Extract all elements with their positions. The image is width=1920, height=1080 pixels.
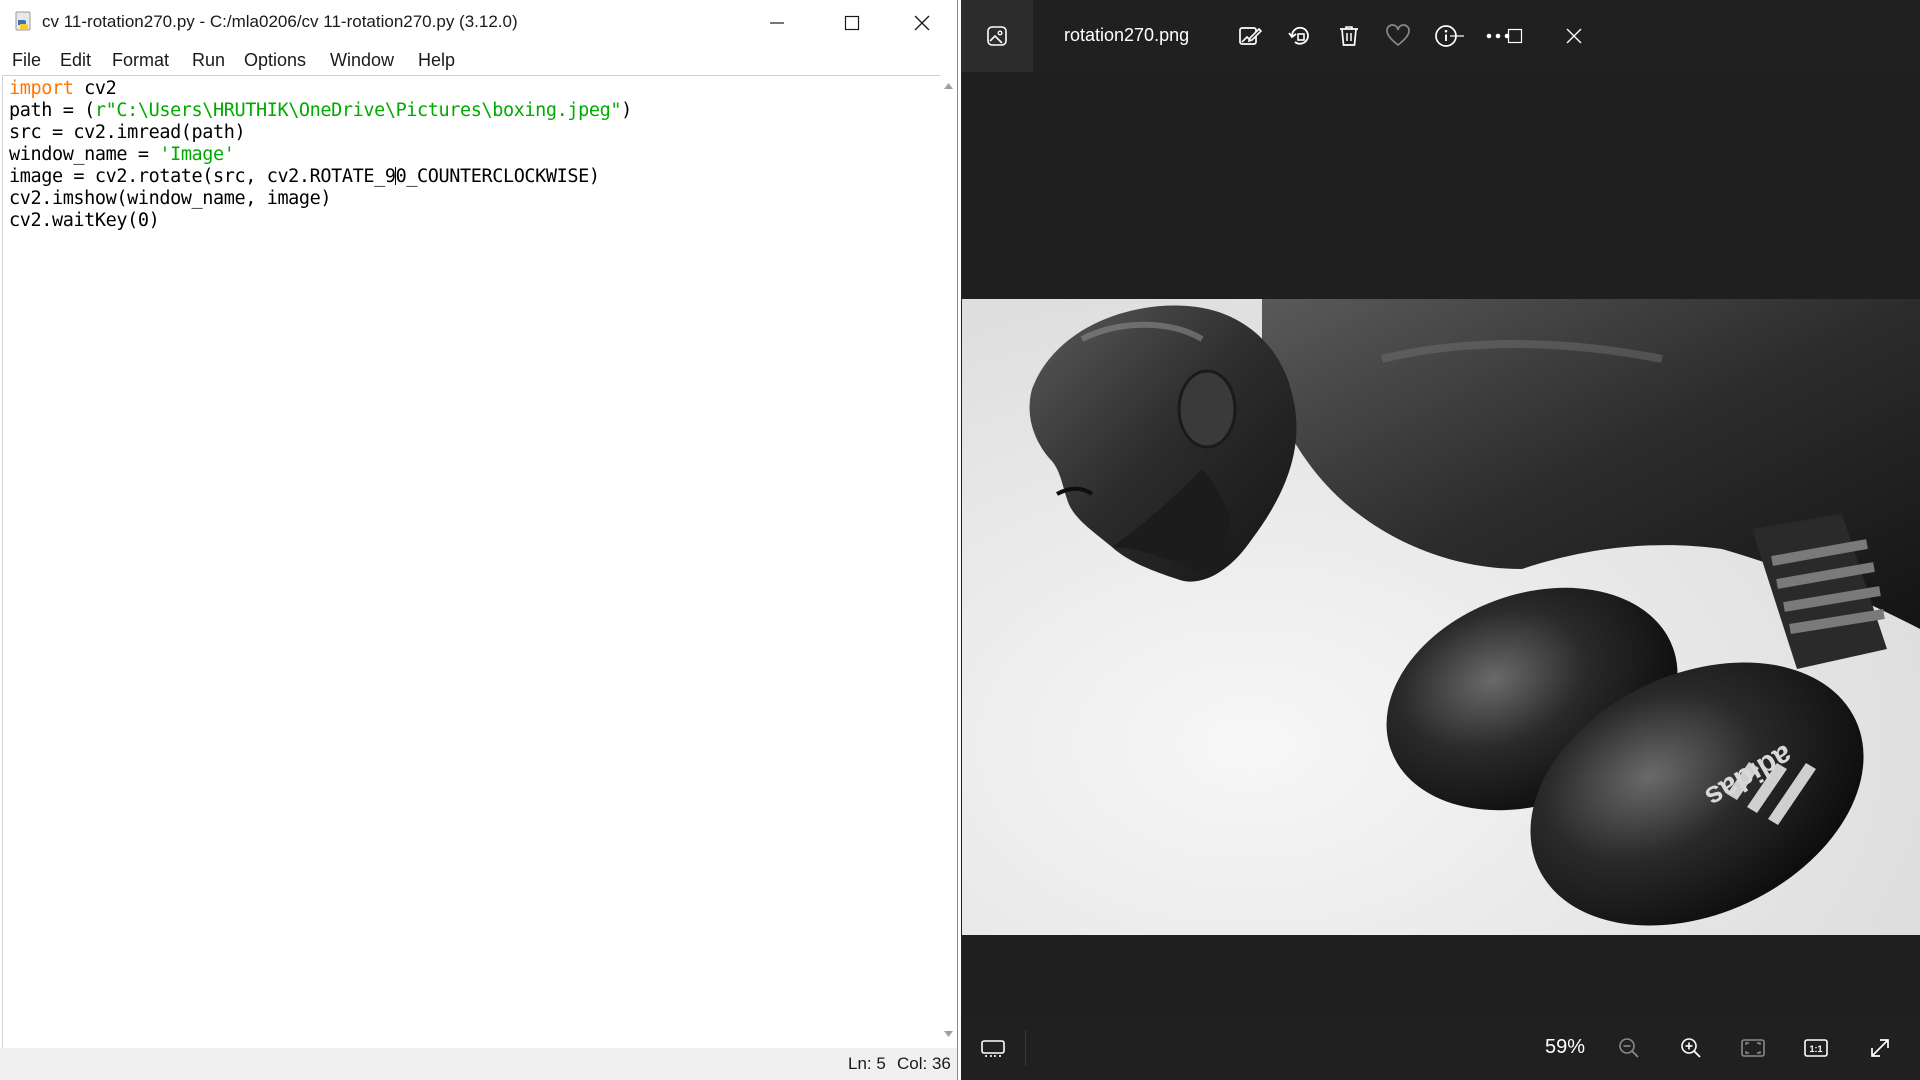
- code-token: path = (: [9, 100, 95, 121]
- close-icon: [914, 15, 930, 30]
- maximize-icon: [1507, 28, 1523, 44]
- filmstrip-icon: [981, 1040, 1005, 1057]
- favorite-heart-icon: [1386, 24, 1410, 47]
- maximize-icon: [844, 15, 860, 30]
- edit-image-button[interactable]: [1230, 16, 1270, 56]
- keyword-import: import: [9, 78, 74, 99]
- menu-format[interactable]: Format: [112, 50, 169, 71]
- zoom-out-icon: [1619, 1038, 1639, 1058]
- photos-toolbar: rotation270.png: [961, 0, 1920, 72]
- menu-help[interactable]: Help: [418, 50, 455, 71]
- photos-minimize-button[interactable]: [1434, 14, 1480, 58]
- menu-run[interactable]: Run: [192, 50, 225, 71]
- image-canvas[interactable]: adidas: [961, 72, 1920, 1016]
- code-token: image = cv2.rotate(src, cv2.ROTATE_9: [9, 166, 396, 187]
- code-token: cv2: [73, 78, 117, 99]
- boxer-photo: adidas: [962, 299, 1920, 935]
- photos-maximize-button[interactable]: [1492, 14, 1538, 58]
- rotate-icon: [1288, 26, 1309, 45]
- vertical-scrollbar[interactable]: [940, 75, 957, 1047]
- fullscreen-icon: [1871, 1039, 1889, 1057]
- menu-edit[interactable]: Edit: [60, 50, 91, 71]
- code-line-6: cv2.imshow(window_name, image): [9, 188, 332, 209]
- title-bar[interactable]: cv 11-rotation270.py - C:/mla0206/cv 11-…: [0, 0, 957, 45]
- filmstrip-button[interactable]: [975, 1030, 1011, 1066]
- photos-bottom-bar: 59% 1:1: [961, 1016, 1920, 1080]
- zoom-in-icon: [1681, 1038, 1701, 1058]
- menu-window[interactable]: Window: [330, 50, 394, 71]
- menu-options[interactable]: Options: [244, 50, 306, 71]
- close-button[interactable]: [887, 0, 957, 45]
- photos-close-button[interactable]: [1551, 14, 1597, 58]
- menu-bar: File Edit Format Run Options Window Help: [0, 46, 957, 74]
- actual-size-button[interactable]: 1:1: [1798, 1030, 1834, 1066]
- code-token: ): [621, 100, 632, 121]
- file-name: rotation270.png: [1064, 25, 1190, 45]
- actual-size-icon: 1:1: [1804, 1039, 1828, 1057]
- column-number: Col: 36: [897, 1054, 951, 1073]
- zoom-level: 59%: [1545, 1036, 1586, 1058]
- code-line-5: image = cv2.rotate(src, cv2.ROTATE_90_CO…: [9, 166, 632, 188]
- delete-icon: [1340, 26, 1358, 46]
- scrollbar-arrows-icon: [944, 83, 953, 1037]
- code-token: 0_COUNTERCLOCKWISE): [395, 166, 600, 187]
- code-token: window_name =: [9, 144, 160, 165]
- delete-button[interactable]: [1329, 16, 1369, 56]
- status-bar: Ln: 5 Col: 36: [0, 1048, 957, 1080]
- code-editor[interactable]: import cv2 path = (r"C:\Users\HRUTHIK\One…: [2, 75, 941, 1049]
- zoom-in-button[interactable]: [1673, 1030, 1709, 1066]
- actual-size-label: 1:1: [1809, 1044, 1822, 1054]
- displayed-photo[interactable]: adidas: [962, 299, 1920, 935]
- minimize-icon: [1450, 35, 1464, 37]
- python-file-icon: [15, 11, 31, 31]
- code-line-7: cv2.waitKey(0): [9, 210, 160, 231]
- fit-to-window-icon: [1741, 1039, 1765, 1057]
- string-literal: 'Image': [159, 144, 235, 165]
- code-line-4: window_name = 'Image': [9, 144, 632, 166]
- bottom-divider: [1025, 1030, 1026, 1066]
- code-line-1: import cv2: [9, 78, 632, 100]
- close-icon: [1566, 28, 1582, 44]
- line-number: Ln: 5: [848, 1054, 886, 1073]
- photos-app-button[interactable]: [961, 0, 1033, 72]
- code-line-3: src = cv2.imread(path): [9, 122, 246, 143]
- fullscreen-button[interactable]: [1862, 1030, 1898, 1066]
- photos-viewer-window: rotation270.png adidas 59% 1:1: [961, 0, 1920, 1080]
- minimize-icon: [770, 21, 784, 24]
- minimize-button[interactable]: [742, 0, 812, 45]
- favorite-button[interactable]: [1378, 16, 1418, 56]
- maximize-button[interactable]: [817, 0, 887, 45]
- photos-app-icon: [987, 26, 1007, 46]
- menu-file[interactable]: File: [12, 50, 41, 71]
- idle-editor-window: cv 11-rotation270.py - C:/mla0206/cv 11-…: [0, 0, 958, 1080]
- edit-image-icon: [1239, 27, 1263, 45]
- fit-to-window-button[interactable]: [1735, 1030, 1771, 1066]
- rotate-button[interactable]: [1280, 16, 1320, 56]
- code-text[interactable]: import cv2 path = (r"C:\Users\HRUTHIK\One…: [9, 78, 632, 232]
- string-literal: r"C:\Users\HRUTHIK\OneDrive\Pictures\box…: [94, 100, 622, 121]
- zoom-out-button[interactable]: [1611, 1030, 1647, 1066]
- code-line-2: path = (r"C:\Users\HRUTHIK\OneDrive\Pict…: [9, 100, 632, 122]
- window-title: cv 11-rotation270.py - C:/mla0206/cv 11-…: [42, 12, 518, 31]
